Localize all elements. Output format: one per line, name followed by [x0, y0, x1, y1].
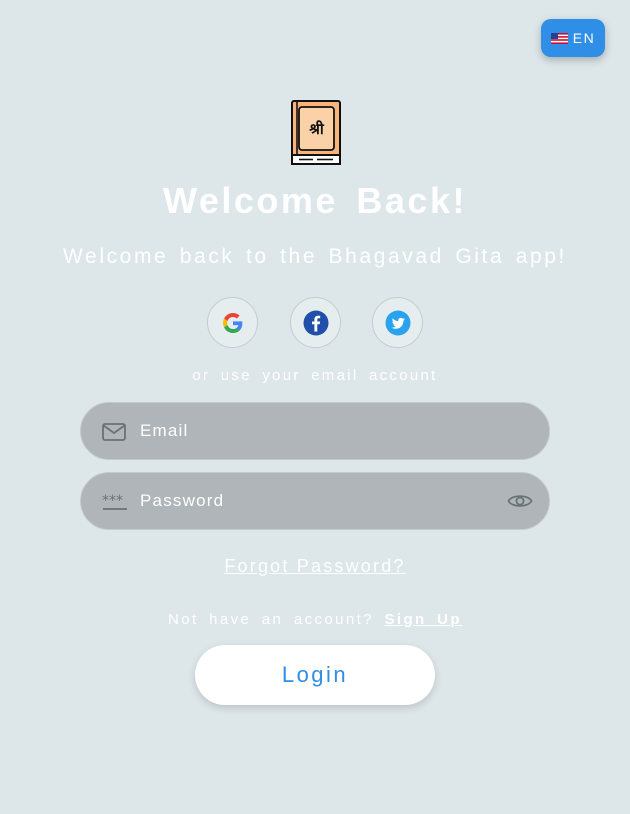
forgot-password-row: Forgot Password? — [0, 556, 630, 577]
google-login-button[interactable] — [207, 297, 258, 348]
login-button[interactable]: Login — [195, 645, 435, 705]
login-screen: EN श्री Welcome Back! Welcome back to th… — [0, 0, 630, 814]
password-placeholder: Password — [140, 491, 225, 510]
language-code: EN — [572, 30, 596, 46]
svg-text:***: *** — [102, 493, 123, 509]
facebook-icon — [303, 310, 328, 335]
no-account-text: Not have an account? — [168, 611, 374, 628]
twitter-icon — [385, 310, 410, 335]
forgot-password-link[interactable]: Forgot Password? — [224, 556, 405, 576]
page-subtitle: Welcome back to the Bhagavad Gita app! — [63, 245, 567, 268]
logo-glyph: श्री — [308, 120, 325, 138]
password-icon: *** — [102, 493, 127, 510]
language-selector-button[interactable]: EN — [541, 19, 605, 57]
twitter-login-button[interactable] — [372, 297, 423, 348]
mail-icon — [102, 423, 126, 441]
eye-icon[interactable] — [507, 490, 533, 512]
google-icon — [222, 312, 242, 333]
email-divider-text: or use your email account — [192, 367, 438, 384]
us-flag-icon — [550, 32, 568, 44]
page-title: Welcome Back! — [163, 180, 467, 221]
password-field[interactable]: *** Password — [80, 472, 550, 530]
email-field[interactable]: Email — [80, 402, 550, 460]
sign-up-link[interactable]: Sign Up — [385, 611, 462, 628]
signup-row: Not have an account? Sign Up — [0, 611, 630, 628]
facebook-login-button[interactable] — [290, 297, 341, 348]
email-placeholder: Email — [140, 421, 189, 440]
shri-book-icon: श्री — [291, 100, 341, 165]
